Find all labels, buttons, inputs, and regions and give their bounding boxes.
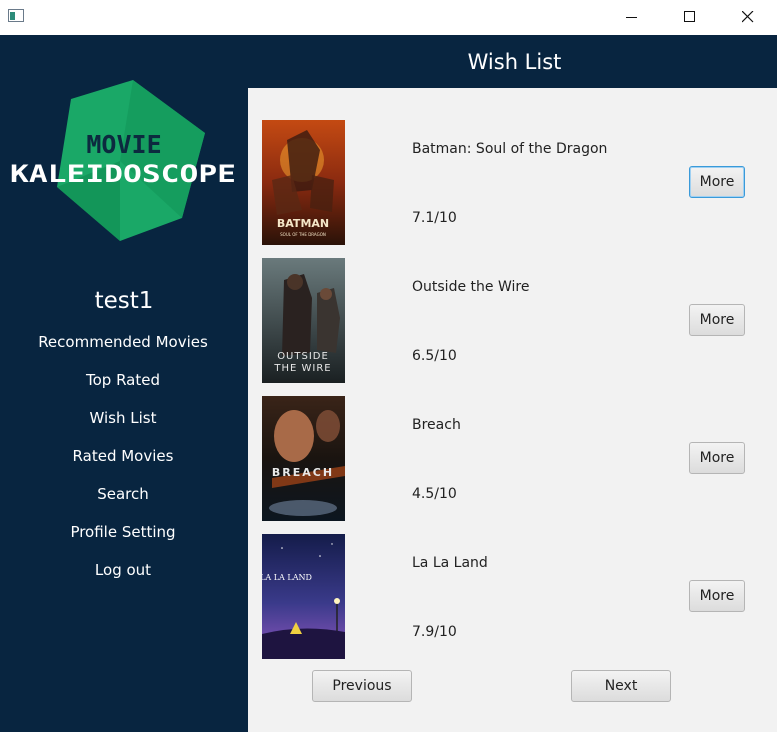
movie-title: La La Land bbox=[412, 555, 488, 571]
logo-line2: KALEIDOSCOPE bbox=[10, 160, 236, 188]
movie-row: BATMAN SOUL OF THE DRAGON Batman: Soul o… bbox=[248, 120, 777, 246]
nav-rated-movies[interactable]: Rated Movies bbox=[0, 447, 246, 465]
maximize-button[interactable] bbox=[661, 0, 719, 33]
poster-title-text: OUTSIDE bbox=[277, 351, 329, 362]
close-button[interactable] bbox=[719, 0, 777, 33]
close-icon bbox=[742, 10, 754, 22]
wish-list-panel: BATMAN SOUL OF THE DRAGON Batman: Soul o… bbox=[248, 88, 777, 732]
page-title: Wish List bbox=[467, 49, 562, 74]
more-button[interactable]: More bbox=[689, 166, 745, 198]
movie-row: OUTSIDE THE WIRE Outside the Wire 6.5/10… bbox=[248, 258, 777, 384]
logo-line1: MOVIE bbox=[86, 130, 161, 159]
next-button[interactable]: Next bbox=[571, 670, 671, 702]
poster-title-text: BATMAN bbox=[277, 217, 329, 230]
nav-search[interactable]: Search bbox=[0, 485, 246, 503]
more-button[interactable]: More bbox=[689, 304, 745, 336]
movie-rating: 7.1/10 bbox=[412, 210, 457, 226]
maximize-icon bbox=[684, 10, 695, 22]
poster-subtitle-text: THE WIRE bbox=[273, 363, 331, 374]
poster-title-text: BREACH bbox=[272, 466, 334, 479]
poster-subtitle-text: SOUL OF THE DRAGON bbox=[280, 232, 326, 237]
movie-row: BREACH Breach 4.5/10 More bbox=[248, 396, 777, 522]
movie-title: Batman: Soul of the Dragon bbox=[412, 141, 608, 157]
movie-row: LA LA LAND La La Land 7.9/10 More bbox=[248, 534, 777, 660]
minimize-button[interactable] bbox=[603, 0, 661, 33]
app-icon bbox=[8, 9, 24, 22]
movie-poster[interactable]: BATMAN SOUL OF THE DRAGON bbox=[262, 120, 345, 245]
nav-profile-setting[interactable]: Profile Setting bbox=[0, 523, 246, 541]
app-logo: MOVIE KALEIDOSCOPE bbox=[10, 80, 236, 241]
more-button[interactable]: More bbox=[689, 442, 745, 474]
nav-recommended-movies[interactable]: Recommended Movies bbox=[0, 333, 246, 351]
nav-wish-list[interactable]: Wish List bbox=[0, 409, 246, 427]
nav-log-out[interactable]: Log out bbox=[0, 561, 246, 579]
more-button[interactable]: More bbox=[689, 580, 745, 612]
sidebar: MOVIE KALEIDOSCOPE test1 Recommended Mov… bbox=[0, 35, 248, 732]
movie-poster[interactable]: LA LA LAND bbox=[262, 534, 345, 659]
poster-title-text: LA LA LAND bbox=[262, 573, 312, 582]
previous-button[interactable]: Previous bbox=[312, 670, 412, 702]
movie-rating: 7.9/10 bbox=[412, 624, 457, 640]
minimize-icon bbox=[626, 16, 637, 18]
username-label: test1 bbox=[94, 288, 154, 314]
movie-rating: 6.5/10 bbox=[412, 348, 457, 364]
movie-rating: 4.5/10 bbox=[412, 486, 457, 502]
movie-poster[interactable]: OUTSIDE THE WIRE bbox=[262, 258, 345, 383]
window-titlebar bbox=[0, 0, 777, 35]
movie-poster[interactable]: BREACH bbox=[262, 396, 345, 521]
page-header: Wish List bbox=[248, 35, 777, 88]
movie-title: Breach bbox=[412, 417, 461, 433]
nav-top-rated[interactable]: Top Rated bbox=[0, 371, 246, 389]
movie-title: Outside the Wire bbox=[412, 279, 530, 295]
